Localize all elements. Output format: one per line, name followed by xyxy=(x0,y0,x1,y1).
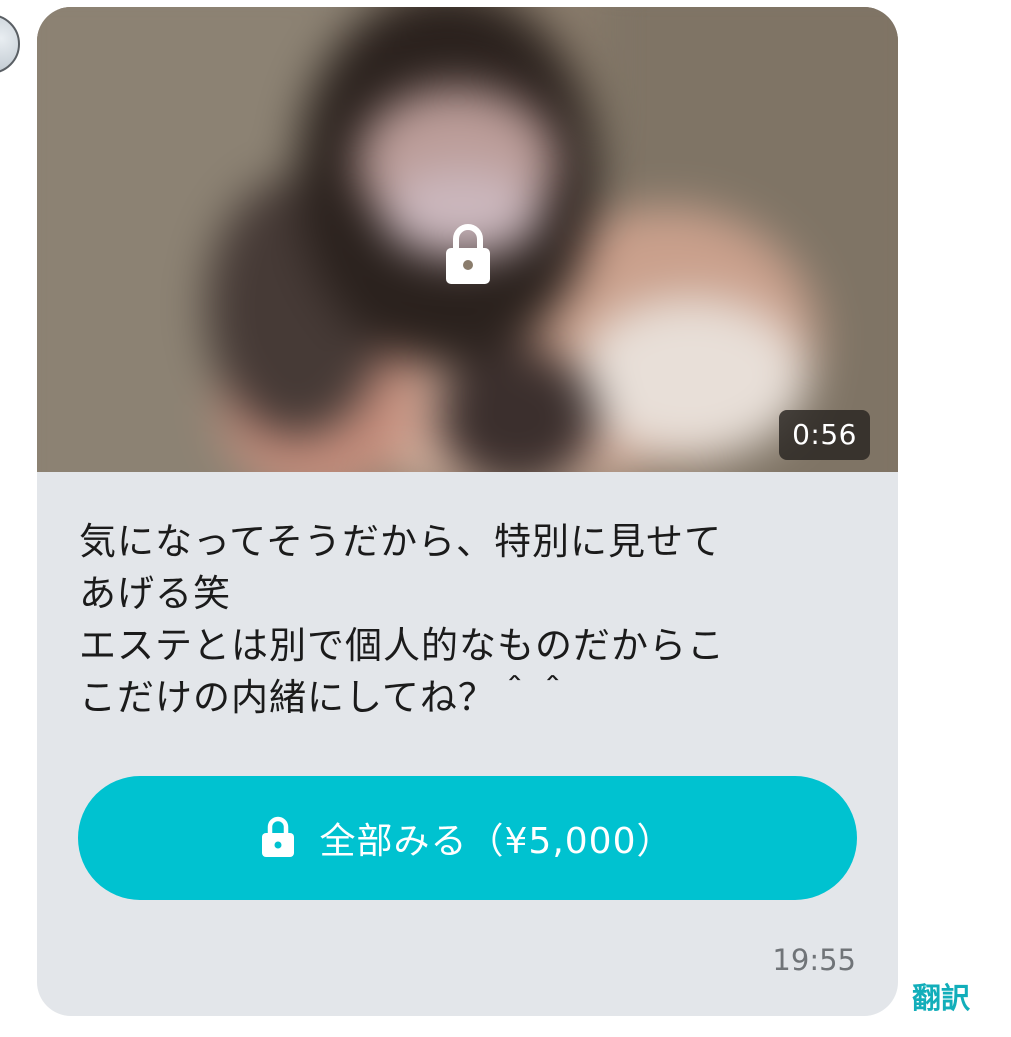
message-bubble: 0:56 気になってそうだから、特別に見せて あげる笑 エステとは別で個人的なも… xyxy=(37,7,898,1016)
message-text: 気になってそうだから、特別に見せて あげる笑 エステとは別で個人的なものだからこ… xyxy=(79,520,725,719)
video-duration-badge: 0:56 xyxy=(779,410,870,460)
sender-avatar[interactable] xyxy=(0,14,20,74)
translate-link[interactable]: 翻訳 xyxy=(912,975,970,1017)
chat-screen: 0:56 気になってそうだから、特別に見せて あげる笑 エステとは別で個人的なも… xyxy=(0,0,1011,1037)
message-timestamp: 19:55 xyxy=(772,943,856,977)
lock-icon xyxy=(446,224,490,284)
unlock-button-label: 全部みる（¥5,000） xyxy=(319,821,674,862)
unlock-all-button[interactable]: 全部みる（¥5,000） xyxy=(78,776,857,900)
locked-video-preview[interactable]: 0:56 xyxy=(37,7,898,472)
lock-icon xyxy=(261,816,294,857)
